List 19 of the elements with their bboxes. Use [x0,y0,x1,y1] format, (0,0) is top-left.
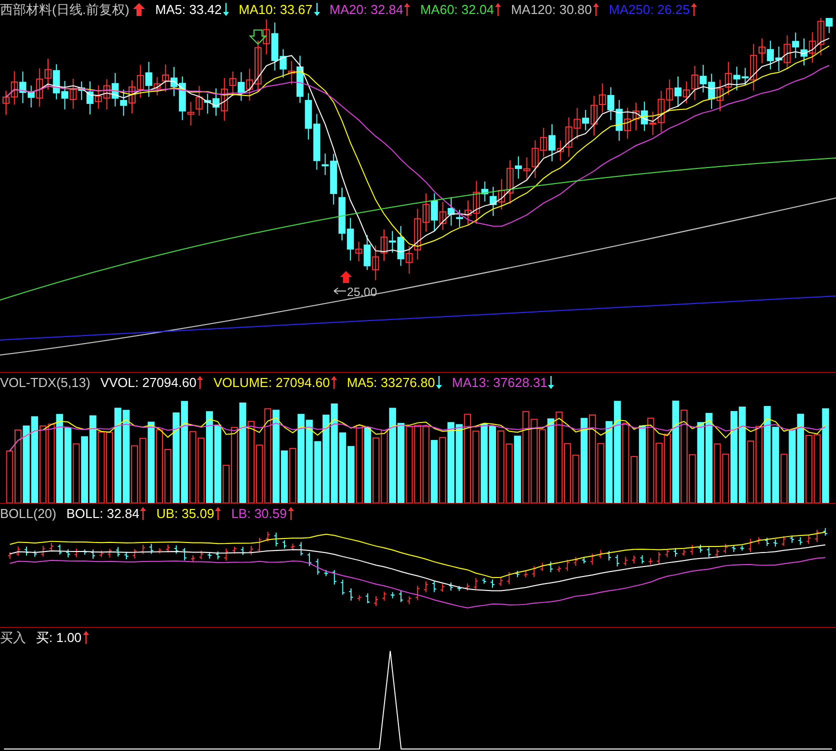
low-price-label: 25.00 [347,285,378,299]
indicator-value: MA5: 33276.80 [346,376,435,388]
indicator-value: MA120: 30.80 [510,2,592,16]
indicator-value: MA250: 26.25 [608,2,690,16]
indicator-value: MA10: 33.67 [238,2,312,16]
indicator-value: MA60: 32.04 [420,2,494,16]
indicator-value: MA13: 37628.31 [452,376,548,388]
indicator-title: 西部材料(日线.前复权) [0,2,130,16]
indicator-value: 买: 1.00 [36,630,82,644]
indicator-title: 买入 [0,630,26,644]
indicator-value: MA20: 32.84 [330,2,404,16]
indicator-value: VOLUME: 27094.60 [213,376,330,388]
indicator-value: LB: 30.59 [231,506,287,520]
indicator-value: VVOL: 27094.60 [100,376,196,388]
indicator-value: MA5: 33.42 [155,2,222,16]
indicator-value: UB: 35.09 [156,506,214,520]
indicator-title: BOLL(20) [0,506,56,520]
indicator-title: VOL-TDX(5,13) [0,376,90,388]
indicator-value: BOLL: 32.84 [66,506,140,520]
